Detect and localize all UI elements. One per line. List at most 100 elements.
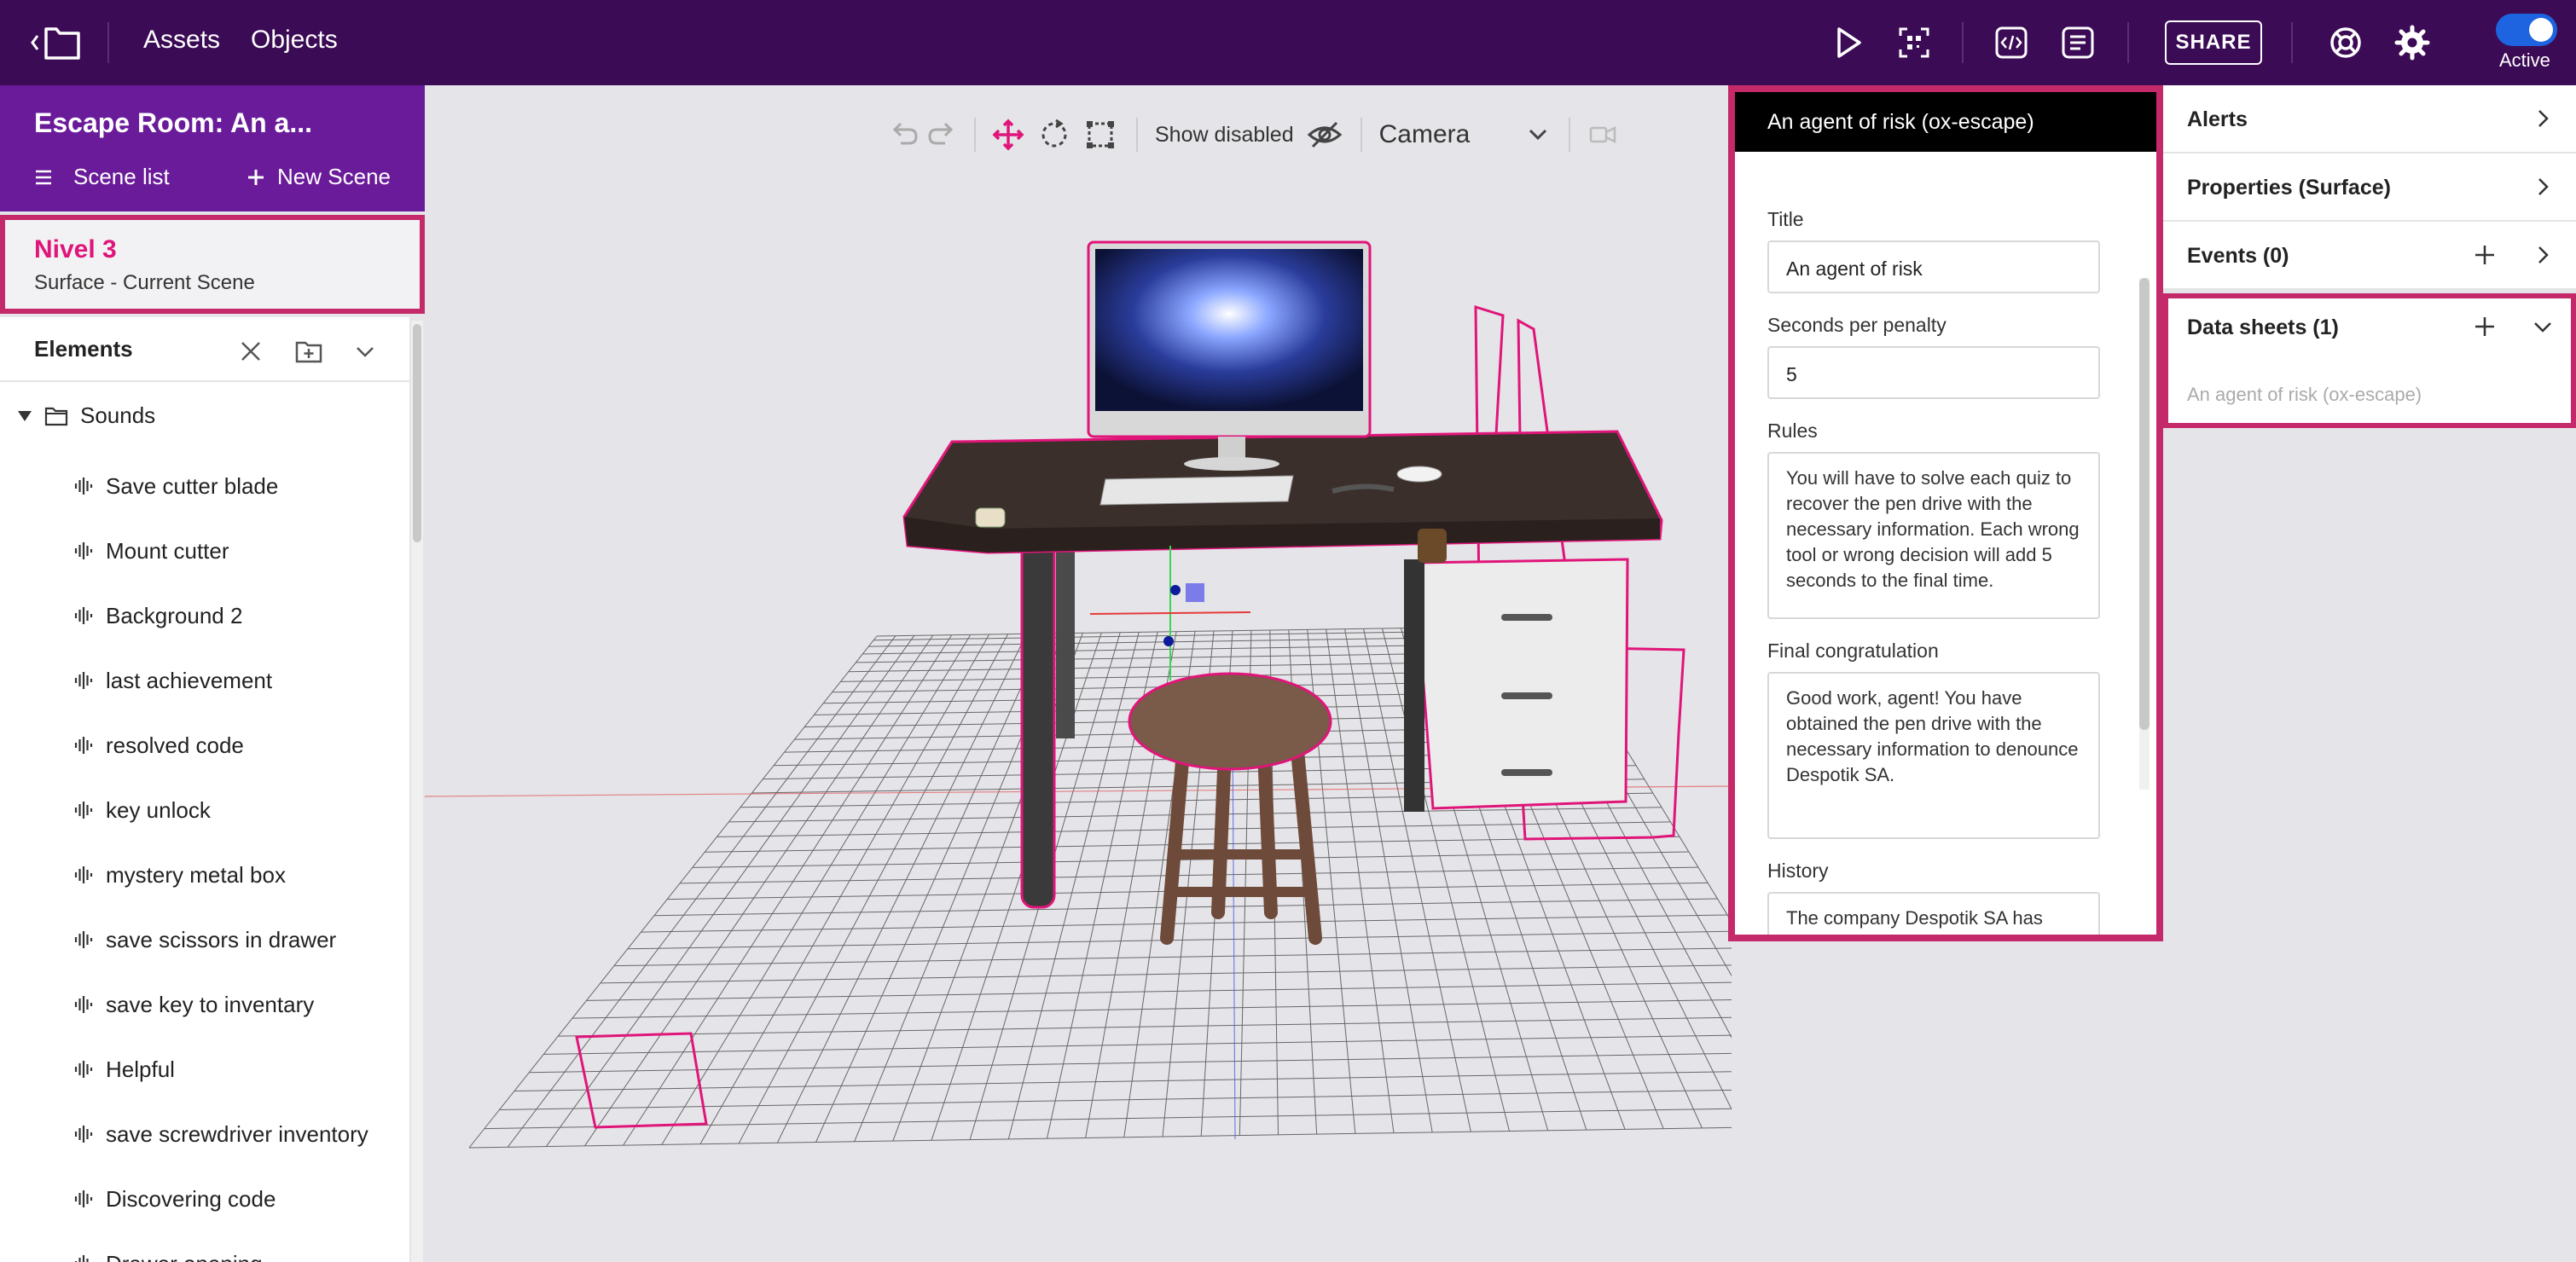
undo-icon[interactable] [885, 116, 923, 153]
elements-panel: Elements Sounds Save cutter blade Mount c… [0, 317, 409, 1262]
help-icon[interactable] [2327, 24, 2364, 61]
scene-subtitle: Surface - Current Scene [34, 271, 255, 294]
datasheets-label[interactable]: Data sheets (1) [2187, 316, 2339, 340]
scale-icon[interactable] [1082, 116, 1119, 153]
drawer-handle [1501, 769, 1552, 776]
video-camera-icon[interactable] [1587, 119, 1618, 150]
datasheet-header: An agent of risk (ox-escape) [1735, 92, 2156, 152]
list-item-label: Save cutter blade [106, 472, 279, 499]
list-item[interactable]: save key to inventary [0, 972, 409, 1037]
list-item-label: save screwdriver inventory [106, 1120, 368, 1147]
desk-leg[interactable] [1020, 534, 1056, 909]
redo-icon[interactable] [923, 116, 960, 153]
gizmo-handle[interactable] [1170, 585, 1181, 595]
gizmo-handle[interactable] [1163, 636, 1174, 646]
back-folder-button[interactable] [27, 22, 89, 63]
current-scene-card[interactable]: Nivel 3 Surface - Current Scene [0, 215, 425, 314]
eye-off-icon[interactable] [1306, 116, 1343, 153]
rules-textarea[interactable]: You will have to solve each quiz to reco… [1767, 452, 2100, 619]
collapse-all-icon[interactable] [235, 336, 266, 367]
drawer-handle [1501, 614, 1552, 621]
audio-wave-icon [74, 866, 93, 883]
chevron-down-icon[interactable] [1524, 121, 1552, 148]
add-folder-icon[interactable] [293, 336, 324, 367]
assets-link[interactable]: Assets [143, 26, 220, 55]
list-item[interactable]: last achievement [0, 648, 409, 713]
monitor-base [1184, 457, 1279, 471]
list-item[interactable]: save scissors in drawer [0, 907, 409, 972]
cup [975, 507, 1006, 528]
datasheet-scrollbar[interactable] [2139, 278, 2150, 790]
floor-marker[interactable] [575, 1032, 708, 1129]
list-item-label: Background 2 [106, 602, 243, 628]
scrollbar-thumb[interactable] [413, 324, 421, 542]
list-item-label: save scissors in drawer [106, 926, 337, 952]
list-item[interactable]: Discovering code [0, 1166, 409, 1231]
top-bar: Assets Objects SHARE Active [0, 0, 2576, 85]
alerts-row[interactable]: Alerts [2163, 85, 2576, 153]
scene-list-button[interactable]: Scene list [34, 164, 170, 190]
history-label: History [1767, 860, 1829, 882]
plus-icon[interactable] [2472, 314, 2498, 339]
rules-label: Rules [1767, 420, 1818, 442]
mouse [1396, 466, 1442, 483]
datasheet-item[interactable]: An agent of risk (ox-escape) [2187, 384, 2422, 406]
divider [2127, 22, 2129, 63]
share-button[interactable]: SHARE [2165, 20, 2262, 65]
scene-viewport[interactable]: Show disabled Camera [425, 85, 1732, 1262]
objects-link[interactable]: Objects [251, 26, 338, 55]
new-scene-button[interactable]: New Scene [247, 164, 391, 190]
list-item[interactable]: Mount cutter [0, 518, 409, 583]
audio-wave-icon [74, 542, 93, 559]
plus-icon[interactable] [2472, 242, 2498, 268]
list-item[interactable]: mystery metal box [0, 842, 409, 907]
chevron-right-icon[interactable] [2530, 106, 2556, 131]
events-row[interactable]: Events (0) [2163, 222, 2576, 290]
title-field[interactable]: An agent of risk [1767, 240, 2100, 293]
congrats-textarea[interactable]: Good work, agent! You have obtained the … [1767, 672, 2100, 839]
divider [974, 118, 976, 152]
list-item-label: key unlock [106, 796, 211, 823]
chevron-down-icon[interactable] [2530, 314, 2556, 339]
camera-select[interactable]: Camera [1379, 120, 1524, 149]
rotate-icon[interactable] [1036, 116, 1073, 153]
chevron-right-icon[interactable] [2530, 242, 2556, 268]
properties-row[interactable]: Properties (Surface) [2163, 153, 2576, 222]
list-item[interactable]: key unlock [0, 778, 409, 842]
qr-scan-icon[interactable] [1895, 24, 1933, 61]
gear-icon[interactable] [2393, 24, 2431, 61]
elements-header: Elements [0, 317, 409, 382]
list-item[interactable]: Drawer opening [0, 1231, 409, 1262]
datasheets-section: Data sheets (1) An agent of risk (ox-esc… [2163, 293, 2576, 428]
project-title[interactable]: Escape Room: An a... [34, 107, 312, 139]
move-icon[interactable] [989, 116, 1027, 153]
play-icon[interactable] [1829, 24, 1866, 61]
stool-rung [1175, 849, 1310, 860]
folder-back-icon [31, 27, 80, 60]
stool-seat[interactable] [1128, 672, 1332, 771]
sounds-folder[interactable]: Sounds [17, 402, 155, 429]
list-item-label: Discovering code [106, 1185, 276, 1212]
list-item-label: Mount cutter [106, 537, 229, 564]
list-item[interactable]: Helpful [0, 1037, 409, 1102]
code-icon[interactable] [1993, 24, 2030, 61]
history-textarea[interactable]: The company Despotik SA has been denied … [1767, 892, 2100, 935]
list-item-label: resolved code [106, 732, 244, 758]
sidebar-scrollbar[interactable] [411, 321, 423, 1262]
scrollbar-thumb[interactable] [2139, 278, 2150, 730]
audio-wave-icon [74, 931, 93, 948]
penalty-field[interactable]: 5 [1767, 346, 2100, 399]
list-item[interactable]: save screwdriver inventory [0, 1102, 409, 1166]
chevron-down-icon[interactable] [350, 336, 380, 367]
events-label: Events (0) [2187, 244, 2289, 268]
list-item[interactable]: Background 2 [0, 583, 409, 648]
datasheet-form: Title An agent of risk Seconds per penal… [1735, 152, 2156, 935]
scene-canvas[interactable] [425, 85, 1732, 1262]
chevron-right-icon[interactable] [2530, 174, 2556, 200]
list-item[interactable]: Save cutter blade [0, 454, 409, 518]
active-toggle[interactable] [2496, 14, 2557, 46]
gizmo-x-axis[interactable] [1089, 611, 1251, 615]
gizmo-plane-handle[interactable] [1186, 583, 1204, 602]
list-item[interactable]: resolved code [0, 713, 409, 778]
document-icon[interactable] [2059, 24, 2097, 61]
